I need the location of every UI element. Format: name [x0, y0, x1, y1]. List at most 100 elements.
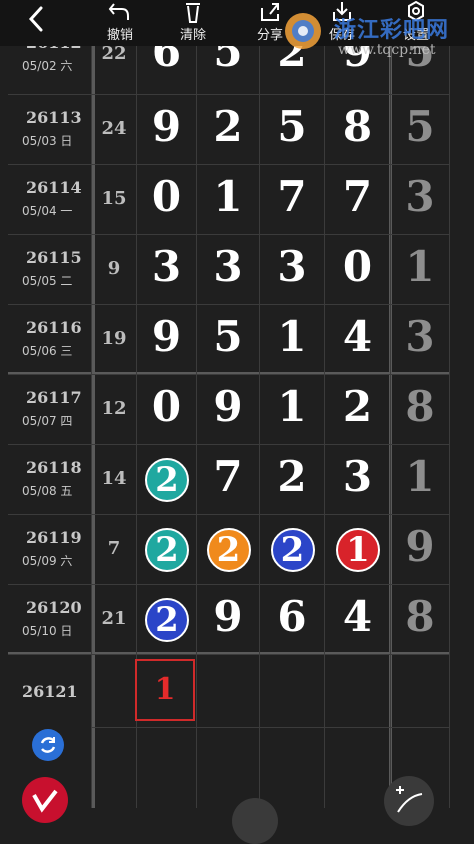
digit-cell[interactable]: 2 — [137, 585, 197, 655]
issue-date: 05/03 日 — [22, 134, 73, 148]
digit-cell[interactable]: 3 — [325, 445, 391, 515]
marked-ball[interactable]: 2 — [270, 528, 315, 572]
digit-cell[interactable]: 7 — [260, 165, 325, 235]
table-row: 26119 05/09 六722219 — [8, 515, 450, 585]
extra-digit: 8 — [405, 592, 435, 641]
sum-cell: 24 — [92, 95, 137, 165]
digit-cell[interactable]: 9 — [197, 375, 260, 445]
draw-digit: 7 — [277, 172, 307, 221]
digit-cell[interactable]: 2 — [260, 445, 325, 515]
extra-cell[interactable]: 1 — [391, 235, 450, 305]
extra-cell[interactable]: 9 — [391, 515, 450, 585]
sum-cell: 7 — [92, 515, 137, 585]
digit-cell[interactable]: 9 — [137, 95, 197, 165]
draw-digit: 9 — [213, 382, 243, 431]
sum-value: 12 — [101, 398, 127, 419]
draw-digit: 7 — [342, 172, 373, 221]
empty-cell[interactable] — [260, 655, 325, 808]
marked-ball[interactable]: 2 — [145, 598, 189, 642]
marked-ball[interactable]: 2 — [145, 458, 189, 502]
extra-cell[interactable]: 5 — [391, 95, 450, 165]
clear-button[interactable]: 清除 — [172, 0, 214, 46]
digit-cell[interactable]: 6 — [260, 585, 325, 655]
digit-cell[interactable]: 0 — [325, 235, 391, 305]
digit-cell[interactable]: 7 — [325, 165, 391, 235]
digit-cell[interactable]: 3 — [197, 235, 260, 305]
digit-cell[interactable]: 2 — [260, 515, 325, 585]
issue-cell: 26116 05/06 三 — [8, 305, 92, 375]
sum-cell: 12 — [92, 375, 137, 445]
draw-digit: 5 — [213, 312, 243, 361]
digit-cell[interactable]: 4 — [325, 585, 391, 655]
digit-cell[interactable]: 4 — [325, 305, 391, 375]
draw-digit: 2 — [213, 102, 243, 151]
extra-digit: 3 — [405, 312, 435, 361]
empty-cell[interactable] — [197, 655, 260, 808]
digit-cell[interactable]: 2 — [137, 515, 197, 585]
draw-digit: 3 — [277, 242, 307, 291]
digit-cell[interactable]: 2 — [325, 375, 391, 445]
save-button[interactable]: 保存 — [322, 0, 362, 46]
marked-ball[interactable]: 2 — [145, 528, 189, 572]
digit-cell[interactable]: 1 — [325, 515, 391, 585]
extra-digit: 1 — [405, 452, 435, 501]
digit-cell[interactable]: 5 — [197, 305, 260, 375]
digit-cell[interactable]: 1 — [260, 305, 325, 375]
digit-cell[interactable]: 2 — [137, 445, 197, 515]
issue-date: 05/02 六 — [22, 59, 73, 73]
digit-cell[interactable]: 3 — [260, 235, 325, 305]
share-button[interactable]: 分享 — [250, 0, 290, 46]
issue-date: 05/06 三 — [22, 344, 73, 358]
issue-number: 26114 — [26, 178, 82, 197]
draw-digit: 0 — [151, 172, 182, 221]
digit-cell[interactable]: 7 — [197, 445, 260, 515]
extra-cell[interactable]: 1 — [391, 445, 450, 515]
digit-cell[interactable]: 1 — [197, 165, 260, 235]
table-row: 26113 05/03 日 24 9 2 5 8 5 — [8, 95, 450, 165]
bottom-handle[interactable] — [232, 798, 278, 844]
logo-icon — [32, 789, 58, 813]
extra-cell[interactable]: 8 — [391, 585, 450, 655]
issue-date: 05/10 日 — [22, 624, 73, 638]
add-line-icon — [396, 786, 423, 813]
app-logo-button[interactable] — [22, 777, 68, 823]
digit-cell[interactable]: 3 — [137, 235, 197, 305]
undo-label: 撤销 — [106, 28, 133, 43]
back-button[interactable] — [22, 4, 52, 34]
extra-cell[interactable]: 3 — [391, 305, 450, 375]
add-line-button[interactable] — [384, 776, 434, 826]
issue-number: 26116 — [26, 318, 82, 337]
sum-cell: 9 — [92, 235, 137, 305]
sum-value: 15 — [101, 188, 127, 209]
table-row: 26116 05/06 三 19 9 5 1 4 3 — [8, 305, 450, 375]
extra-cell[interactable]: 3 — [391, 165, 450, 235]
table-row: 26118 05/08 五 14 2 7 2 3 1 — [8, 445, 450, 515]
issue-date: 05/04 一 — [22, 204, 73, 218]
share-icon — [261, 3, 279, 21]
marked-ball[interactable]: 2 — [206, 528, 251, 572]
digit-cell[interactable]: 0 — [137, 375, 197, 445]
digit-cell[interactable]: 1 — [260, 375, 325, 445]
extra-cell[interactable]: 8 — [391, 375, 450, 445]
extra-digit: 8 — [405, 382, 435, 431]
settings-button[interactable]: 设置 — [396, 0, 436, 46]
sum-value: 22 — [101, 43, 127, 64]
empty-cell[interactable] — [325, 655, 391, 808]
digit-cell[interactable]: 0 — [137, 165, 197, 235]
digit-cell[interactable]: 9 — [137, 305, 197, 375]
digit-cell[interactable]: 5 — [260, 95, 325, 165]
digit-cell[interactable]: 9 — [197, 585, 260, 655]
issue-cell: 26119 05/09 六 — [8, 515, 92, 585]
digit-cell[interactable]: 8 — [325, 95, 391, 165]
marked-ball[interactable]: 1 — [336, 528, 380, 572]
sum-value: 24 — [101, 118, 127, 139]
input-cell[interactable]: 1 — [135, 659, 195, 721]
issue-date: 05/07 四 — [22, 414, 73, 428]
extra-digit: 9 — [405, 522, 435, 571]
undo-button[interactable]: 撤销 — [100, 0, 140, 46]
sum-cell: 19 — [92, 305, 137, 375]
draw-digit: 1 — [213, 172, 243, 221]
digit-cell[interactable]: 2 — [197, 515, 260, 585]
digit-cell[interactable]: 2 — [197, 95, 260, 165]
refresh-button[interactable] — [32, 729, 64, 761]
